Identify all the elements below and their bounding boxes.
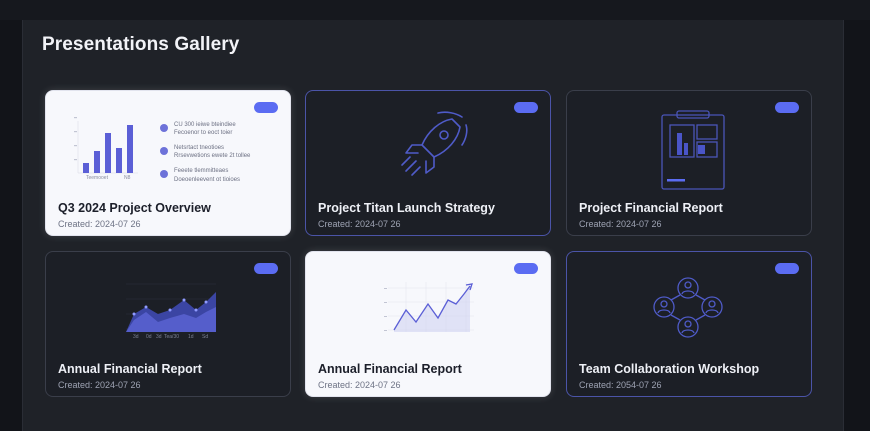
bar	[83, 163, 89, 173]
bar	[127, 125, 133, 173]
bar	[677, 133, 682, 155]
page-title: Presentations Gallery	[42, 34, 240, 55]
bar	[105, 133, 111, 173]
bullet-text: Feeete tlemmitteaes	[174, 168, 228, 174]
card-date: Created: 2024-07 26	[58, 380, 141, 390]
bullet-icon	[160, 147, 168, 155]
card-title: Project Financial Report	[579, 201, 723, 215]
presentation-card[interactable]: Annual Financial Report Created: 2024-07…	[305, 251, 551, 397]
axis-label: 3d	[156, 334, 162, 340]
bullet-icon	[160, 124, 168, 132]
bullet-text: CU 300 ieiwe bteindiee	[174, 122, 236, 128]
card-title: Project Titan Launch Strategy	[318, 201, 495, 215]
bullet-text: Netsrtact tneotioes	[174, 145, 224, 151]
card-date: Created: 2024-07 26	[58, 219, 141, 229]
bar	[698, 145, 705, 154]
clipboard-report-icon	[661, 110, 725, 190]
card-title: Annual Financial Report	[58, 362, 202, 376]
bar	[116, 148, 122, 173]
presentation-card[interactable]: Team Collaboration Workshop Created: 205…	[566, 251, 812, 397]
axis-label: 3d	[133, 334, 139, 340]
presentation-card[interactable]: Teemooet N8 CU 300 ieiwe bteindiee Fecoe…	[45, 90, 291, 236]
bullet-text: Rrsevwetions ewete 2t tollee	[174, 153, 251, 159]
axis-label: Tea/30	[164, 334, 179, 340]
line-chart-thumbnail	[384, 282, 474, 332]
presentation-card[interactable]: Project Financial Report Created: 2024-0…	[566, 90, 812, 236]
axis-label: N8	[124, 175, 131, 181]
axis-label: 0d	[146, 334, 152, 340]
rocket-icon	[401, 111, 468, 176]
card-date: Created: 2054-07 26	[579, 380, 662, 390]
bullet-text: Fecoenor to eoct toier	[174, 130, 232, 136]
card-date: Created: 2024-07 26	[318, 380, 401, 390]
area-chart-thumbnail: 3d 0d 3d Tea/30 1d Sd	[126, 283, 216, 340]
progress-line	[667, 179, 685, 182]
axis-label: 1d	[188, 334, 194, 340]
axis-label: Sd	[202, 334, 208, 340]
presentation-card[interactable]: Project Titan Launch Strategy Created: 2…	[305, 90, 551, 236]
presentation-card[interactable]: 3d 0d 3d Tea/30 1d Sd Annual Financial R…	[45, 251, 291, 397]
card-title: Team Collaboration Workshop	[579, 362, 760, 376]
card-date: Created: 2024-07 26	[318, 219, 401, 229]
card-date: Created: 2024-07 26	[579, 219, 662, 229]
bullet-icon	[160, 170, 168, 178]
card-title: Q3 2024 Project Overview	[58, 201, 211, 215]
bar	[684, 143, 688, 155]
axis-label: Teemooet	[86, 175, 109, 181]
team-network-icon	[653, 277, 723, 338]
top-bar	[0, 0, 870, 20]
bullet-text: Doeoenleevent ot tioioes	[174, 177, 240, 183]
bar	[94, 151, 100, 173]
card-title: Annual Financial Report	[318, 362, 462, 376]
bar-chart-thumbnail: Teemooet N8 CU 300 ieiwe bteindiee Fecoe…	[74, 117, 251, 183]
